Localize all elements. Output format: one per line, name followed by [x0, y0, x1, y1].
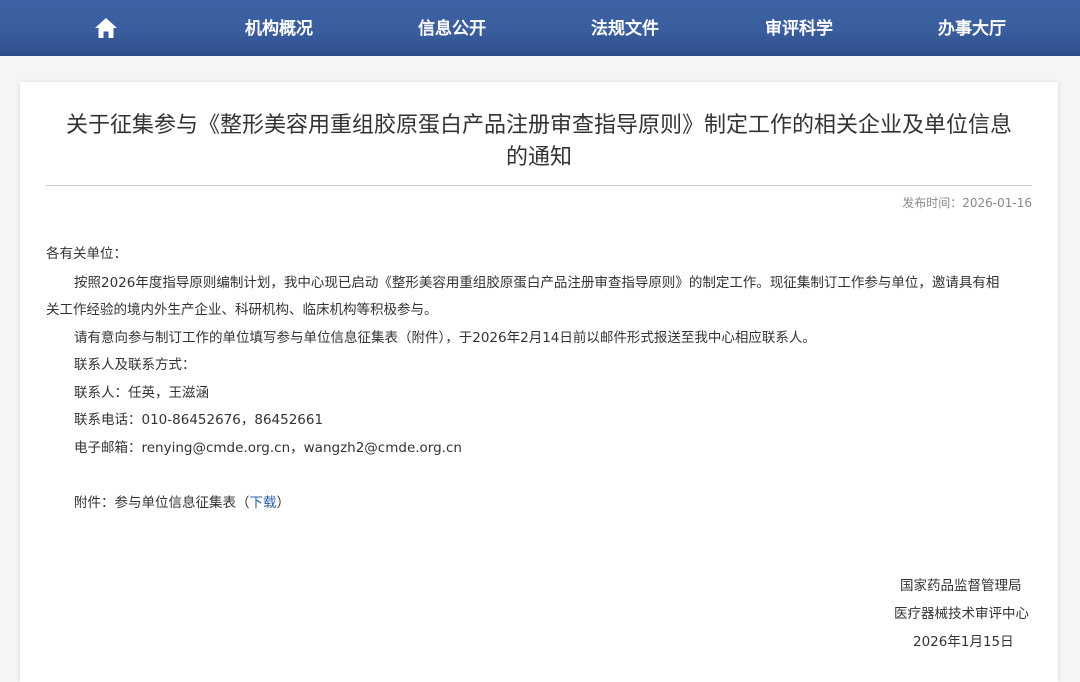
nav-item-info-disclosure[interactable]: 信息公开: [418, 0, 486, 54]
nav-item-review-science[interactable]: 审评科学: [765, 0, 833, 54]
article-title: 关于征集参与《整形美容用重组胶原蛋白产品注册审查指导原则》制定工作的相关企业及单…: [46, 110, 1032, 174]
article-card: 关于征集参与《整形美容用重组胶原蛋白产品注册审查指导原则》制定工作的相关企业及单…: [20, 82, 1058, 682]
signature-org-1: 国家药品监督管理局: [900, 578, 1022, 594]
article-title-line1: 关于征集参与《整形美容用重组胶原蛋白产品注册审查指导原则》制定工作的相关企业及单…: [65, 113, 1012, 138]
publish-date-value: 2026-01-16: [962, 196, 1032, 210]
contact-people: 联系人：任英，王滋涵: [74, 385, 209, 401]
attachment-label: 附件：参与单位信息征集表（: [74, 495, 250, 511]
paragraph-1-line-1: 按照2026年度指导原则编制计划，我中心现已启动《整形美容用重组胶原蛋白产品注册…: [74, 275, 1000, 291]
title-divider: [46, 185, 1032, 186]
article-title-line2: 的通知: [505, 145, 572, 170]
top-navigation-bar: 机构概况 信息公开 法规文件 审评科学 办事大厅: [0, 0, 1080, 56]
greeting: 各有关单位：: [46, 246, 127, 262]
attachment-suffix: ）: [276, 495, 291, 511]
nav-item-regulations[interactable]: 法规文件: [591, 0, 659, 54]
attachment-line: 附件：参与单位信息征集表（下载）: [74, 491, 290, 511]
home-icon: [95, 18, 117, 38]
home-button[interactable]: [94, 0, 120, 54]
contact-phone: 联系电话：010-86452676，86452661: [74, 412, 324, 428]
contact-heading: 联系人及联系方式：: [74, 357, 196, 373]
signature-org-2: 医疗器械技术审评中心: [894, 606, 1029, 622]
nav-item-service-hall[interactable]: 办事大厅: [938, 0, 1006, 54]
download-link[interactable]: 下载: [250, 495, 277, 511]
contact-email: 电子邮箱：renying@cmde.org.cn，wangzh2@cmde.or…: [74, 440, 462, 456]
publish-date: 发布时间：2026-01-16: [902, 194, 1032, 211]
paragraph-1-line-2: 关工作经验的境内外生产企业、科研机构、临床机构等积极参与。: [46, 302, 438, 318]
signature-date: 2026年1月15日: [913, 634, 1014, 650]
nav-item-about[interactable]: 机构概况: [245, 0, 313, 54]
paragraph-2: 请有意向参与制订工作的单位填写参与单位信息征集表（附件），于2026年2月14日…: [74, 330, 816, 346]
publish-date-label: 发布时间：: [902, 196, 963, 210]
